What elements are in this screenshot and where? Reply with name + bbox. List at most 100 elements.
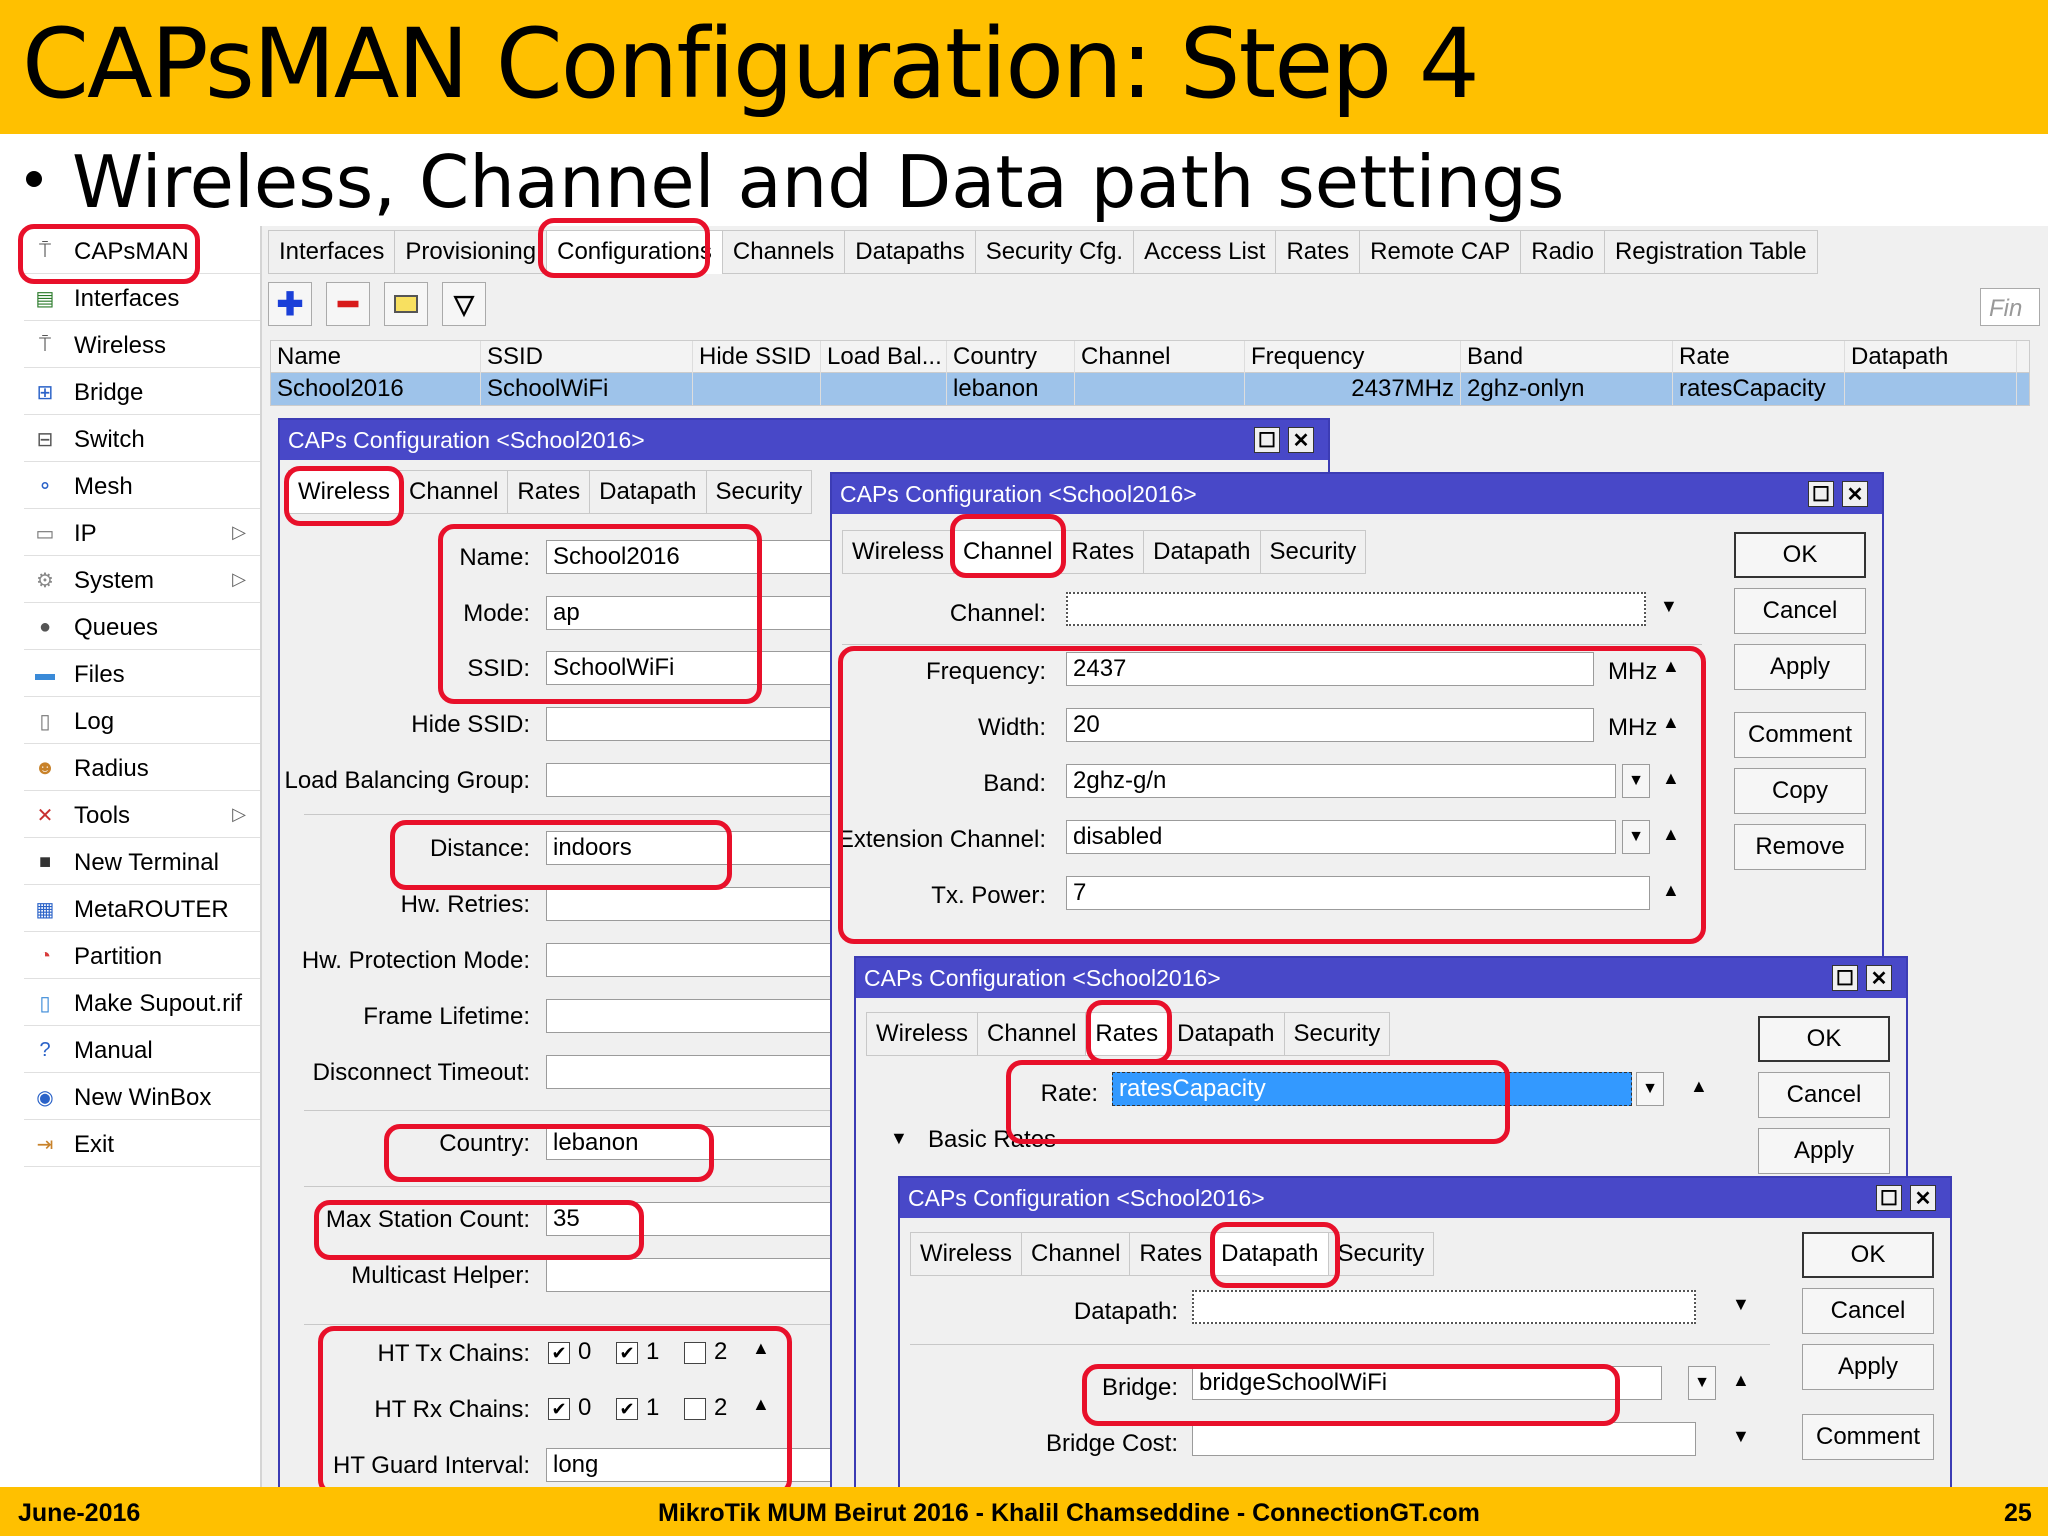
close-icon[interactable]: ✕ — [1842, 481, 1868, 507]
sidebar-item-make-supout-rif[interactable]: ▯ Make Supout.rif — [24, 982, 260, 1026]
tab-security[interactable]: Security — [1283, 1012, 1391, 1056]
chain-c1[interactable]: ✔ 1 — [616, 1338, 659, 1366]
tab-datapath[interactable]: Datapath — [1211, 1232, 1329, 1276]
add-icon[interactable]: ✚ — [268, 282, 312, 326]
filter-icon[interactable]: ▽ — [442, 282, 486, 326]
sidebar-item-bridge[interactable]: ⊞ Bridge — [24, 371, 260, 415]
tab-rates[interactable]: Rates — [1085, 1012, 1169, 1056]
sidebar-item-tools[interactable]: ✕ Tools ▷ — [24, 794, 260, 838]
sidebar-item-log[interactable]: ▯ Log — [24, 700, 260, 744]
sidebar-item-radius[interactable]: ☻ Radius — [24, 747, 260, 791]
cancel-button[interactable]: Cancel — [1734, 588, 1866, 634]
close-icon[interactable]: ✕ — [1288, 427, 1314, 453]
tab-remote-cap[interactable]: Remote CAP — [1359, 230, 1522, 274]
checkbox-icon[interactable] — [684, 1397, 706, 1420]
dropdown-button-icon[interactable]: ▼ — [1688, 1366, 1716, 1400]
collapse-arrow-icon[interactable]: ▲ — [1662, 656, 1680, 677]
dropdown-button-icon[interactable]: ▼ — [1622, 764, 1650, 798]
sidebar-item-capsman[interactable]: ⍑ CAPsMAN — [24, 230, 260, 274]
tab-rates[interactable]: Rates — [1061, 530, 1145, 574]
close-icon[interactable]: ✕ — [1866, 965, 1892, 991]
ok-button[interactable]: OK — [1802, 1232, 1934, 1278]
sidebar-item-switch[interactable]: ⊟ Switch — [24, 418, 260, 462]
apply-button[interactable]: Apply — [1734, 644, 1866, 690]
cancel-button[interactable]: Cancel — [1802, 1288, 1934, 1334]
sidebar-item-interfaces[interactable]: ▤ Interfaces — [24, 277, 260, 321]
tab-channel[interactable]: Channel — [1021, 1232, 1131, 1276]
tab-datapaths[interactable]: Datapaths — [844, 230, 976, 274]
tab-security[interactable]: Security — [1259, 530, 1367, 574]
tab-rates[interactable]: Rates — [1275, 230, 1361, 274]
close-icon[interactable]: ✕ — [1910, 1185, 1936, 1211]
column-header-country[interactable]: Country — [947, 340, 1075, 373]
tab-radio[interactable]: Radio — [1520, 230, 1605, 274]
ok-button[interactable]: OK — [1758, 1016, 1890, 1062]
sidebar-item-new-terminal[interactable]: ■ New Terminal — [24, 841, 260, 885]
expand-arrow-icon[interactable]: ▼ — [890, 1128, 908, 1149]
column-header-band[interactable]: Band — [1461, 340, 1673, 373]
field-bridge-cost[interactable] — [1192, 1422, 1696, 1456]
column-header-channel[interactable]: Channel — [1075, 340, 1245, 373]
tab-datapath[interactable]: Datapath — [1143, 530, 1261, 574]
tab-channel[interactable]: Channel — [977, 1012, 1087, 1056]
checkbox-icon[interactable]: ✔ — [548, 1341, 570, 1364]
sidebar-item-partition[interactable]: ◔ Partition — [24, 935, 260, 979]
column-header-ssid[interactable]: SSID — [481, 340, 693, 373]
remove-button[interactable]: Remove — [1734, 824, 1866, 870]
column-header-name[interactable]: Name — [271, 340, 481, 373]
sidebar-item-files[interactable]: ▬ Files — [24, 653, 260, 697]
tab-datapath[interactable]: Datapath — [1167, 1012, 1285, 1056]
tab-wireless[interactable]: Wireless — [842, 530, 955, 574]
chain-c1[interactable]: ✔ 1 — [616, 1394, 659, 1422]
maximize-icon[interactable]: ☐ — [1832, 965, 1858, 991]
collapse-arrow-icon[interactable]: ▲ — [1662, 880, 1680, 901]
field-band[interactable]: 2ghz-g/n — [1066, 764, 1616, 798]
tab-channel[interactable]: Channel — [953, 530, 1063, 574]
dropdown-button-icon[interactable]: ▼ — [1622, 820, 1650, 854]
collapse-arrow-icon[interactable]: ▲ — [752, 1394, 770, 1415]
comment-button[interactable]: Comment — [1734, 712, 1866, 758]
tab-interfaces[interactable]: Interfaces — [268, 230, 396, 274]
comment-icon[interactable] — [384, 282, 428, 326]
column-header-hide-ssid[interactable]: Hide SSID — [693, 340, 821, 373]
sidebar-item-queues[interactable]: ● Queues — [24, 606, 260, 650]
field-datapath[interactable] — [1192, 1290, 1696, 1324]
tab-datapath[interactable]: Datapath — [589, 470, 707, 514]
tab-wireless[interactable]: Wireless — [910, 1232, 1023, 1276]
table-row[interactable]: School2016 SchoolWiFi lebanon 2437MHz 2ghz-o… — [271, 373, 2029, 405]
chain-c2[interactable]: 2 — [684, 1338, 727, 1366]
sidebar-item-metarouter[interactable]: ▦ MetaROUTER — [24, 888, 260, 932]
tab-access-list[interactable]: Access List — [1133, 230, 1277, 274]
collapse-arrow-icon[interactable]: ▲ — [1662, 768, 1680, 789]
tab-registration-table[interactable]: Registration Table — [1603, 230, 1818, 274]
checkbox-icon[interactable]: ✔ — [548, 1397, 570, 1420]
tab-provisioning[interactable]: Provisioning — [394, 230, 548, 274]
checkbox-icon[interactable]: ✔ — [616, 1397, 638, 1420]
column-header-datapath[interactable]: Datapath — [1845, 340, 2017, 373]
apply-button[interactable]: Apply — [1802, 1344, 1934, 1390]
field-channel[interactable] — [1066, 592, 1646, 626]
maximize-icon[interactable]: ☐ — [1808, 481, 1834, 507]
apply-button[interactable]: Apply — [1758, 1128, 1890, 1174]
find-input[interactable]: Fin — [1980, 288, 2040, 326]
dropdown-arrow-icon[interactable]: ▼ — [1732, 1426, 1750, 1447]
checkbox-icon[interactable] — [684, 1341, 706, 1364]
sidebar-item-manual[interactable]: ? Manual — [24, 1029, 260, 1073]
column-header-load-bal[interactable]: Load Bal... — [821, 340, 947, 373]
dropdown-button-icon[interactable]: ▼ — [1636, 1072, 1664, 1106]
tab-security-cfg[interactable]: Security Cfg. — [974, 230, 1135, 274]
sidebar-item-new-winbox[interactable]: ◉ New WinBox — [24, 1076, 260, 1120]
tab-wireless[interactable]: Wireless — [866, 1012, 979, 1056]
tab-configurations[interactable]: Configurations — [546, 230, 723, 274]
tab-wireless[interactable]: Wireless — [288, 470, 401, 514]
cancel-button[interactable]: Cancel — [1758, 1072, 1890, 1118]
field-width[interactable]: 20 — [1066, 708, 1594, 742]
tab-channels[interactable]: Channels — [721, 230, 846, 274]
collapse-arrow-icon[interactable]: ▲ — [1732, 1370, 1750, 1391]
field-ext[interactable]: disabled — [1066, 820, 1616, 854]
ok-button[interactable]: OK — [1734, 532, 1866, 578]
sidebar-item-mesh[interactable]: ⚬ Mesh — [24, 465, 260, 509]
sidebar-item-ip[interactable]: ▭ IP ▷ — [24, 512, 260, 556]
collapse-arrow-icon[interactable]: ▲ — [1690, 1076, 1708, 1097]
tab-channel[interactable]: Channel — [399, 470, 509, 514]
